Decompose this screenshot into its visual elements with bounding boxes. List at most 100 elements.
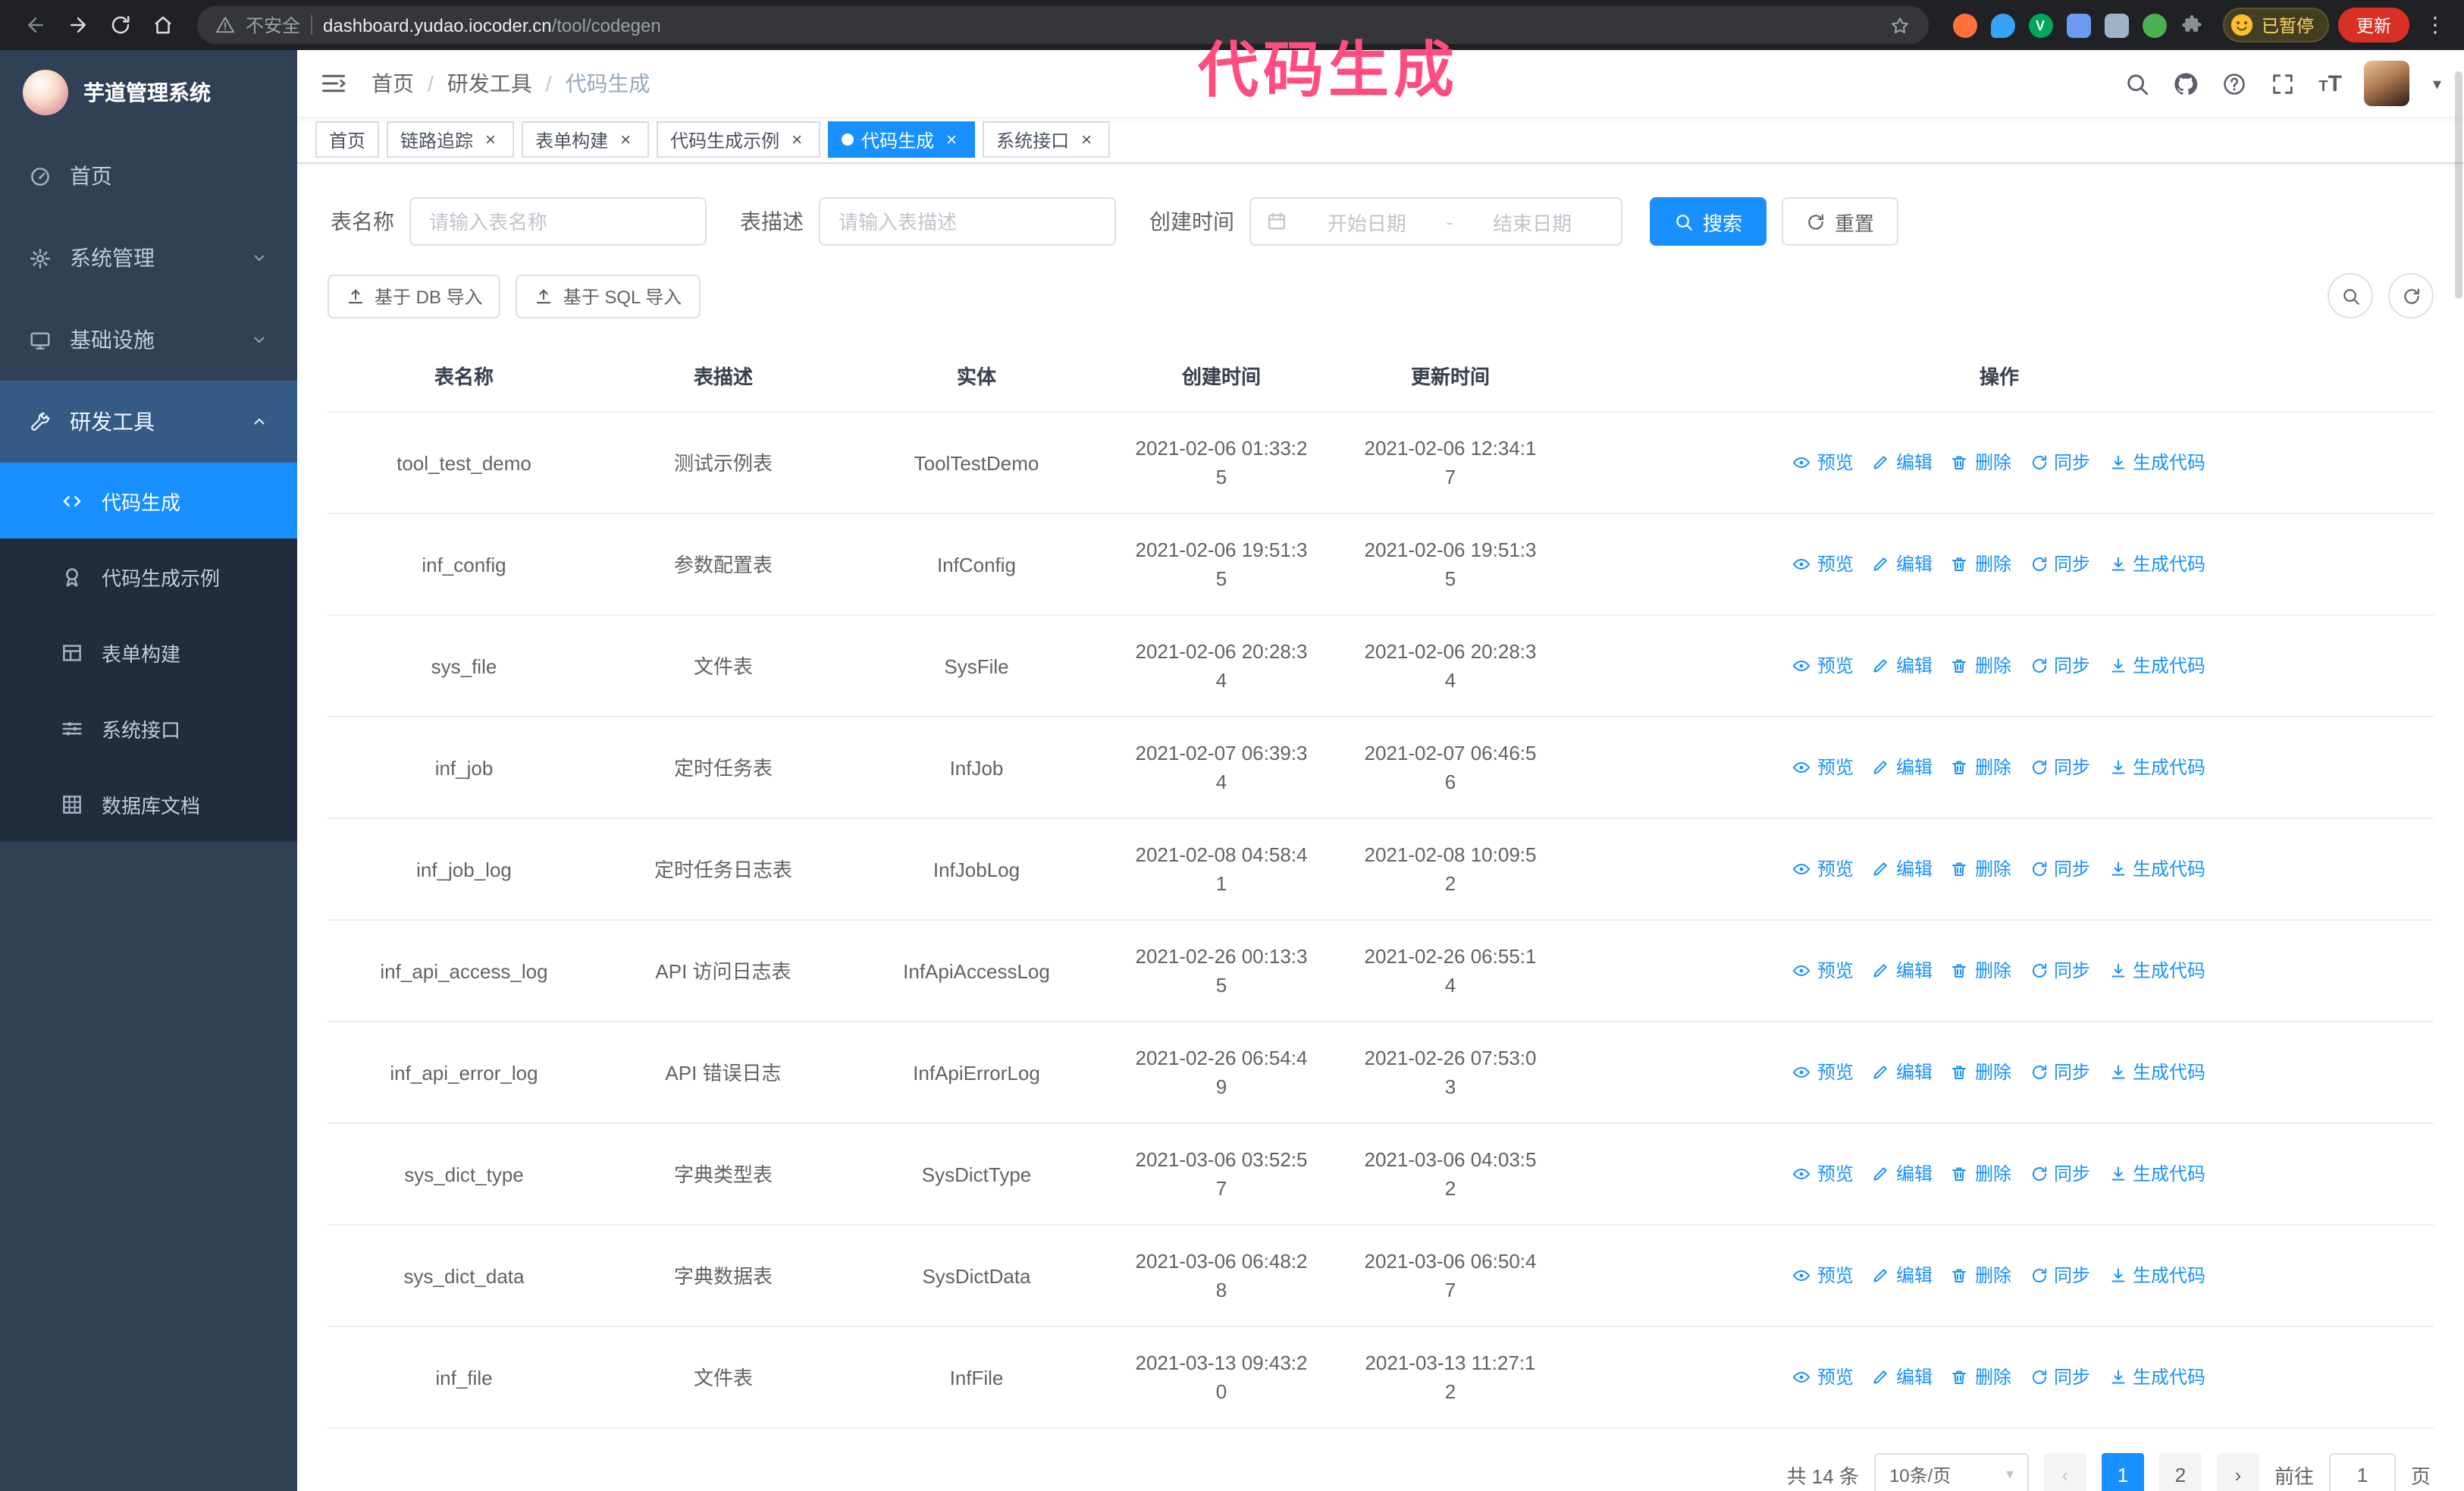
github-icon[interactable] bbox=[2173, 71, 2199, 96]
ext-card-icon[interactable] bbox=[2104, 13, 2128, 37]
row-action-preview[interactable]: 预览 bbox=[1793, 855, 1854, 884]
sidebar-item-system[interactable]: 系统管理 bbox=[0, 217, 297, 299]
row-action-delete[interactable]: 删除 bbox=[1951, 956, 2011, 985]
table-name-input[interactable] bbox=[409, 197, 707, 246]
row-action-edit[interactable]: 编辑 bbox=[1872, 1363, 1933, 1392]
row-action-generate[interactable]: 生成代码 bbox=[2108, 1261, 2205, 1290]
tab-close-icon[interactable]: × bbox=[616, 130, 635, 149]
help-docs-icon[interactable] bbox=[2221, 71, 2247, 96]
row-action-delete[interactable]: 删除 bbox=[1951, 1363, 2011, 1392]
sidebar-item-codegen[interactable]: 代码生成 bbox=[0, 463, 297, 538]
sidebar-item-infra[interactable]: 基础设施 bbox=[0, 299, 297, 381]
sidebar-item-form-builder[interactable]: 表单构建 bbox=[0, 614, 297, 690]
profile-paused-chip[interactable]: 已暂停 bbox=[2222, 8, 2329, 42]
search-button[interactable]: 搜索 bbox=[1650, 197, 1767, 246]
row-action-sync[interactable]: 同步 bbox=[2030, 1058, 2090, 1087]
browser-reload-button[interactable] bbox=[100, 5, 140, 45]
table-desc-input[interactable] bbox=[819, 197, 1116, 246]
row-action-edit[interactable]: 编辑 bbox=[1872, 1058, 1933, 1087]
create-time-range-picker[interactable]: 开始日期 - 结束日期 bbox=[1249, 197, 1622, 246]
page-button-2[interactable]: 2 bbox=[2158, 1453, 2202, 1491]
browser-home-button[interactable] bbox=[143, 5, 182, 45]
sidebar-item-codegen-example[interactable]: 代码生成示例 bbox=[0, 538, 297, 614]
reset-button[interactable]: 重置 bbox=[1782, 197, 1899, 246]
ext-blue-drop-icon[interactable] bbox=[1990, 13, 2014, 37]
address-bar[interactable]: 不安全 dashboard.yudao.iocoder.cn/tool/code… bbox=[197, 6, 1928, 44]
import-db-button[interactable]: 基于 DB 导入 bbox=[328, 274, 501, 318]
goto-page-input[interactable] bbox=[2328, 1453, 2396, 1491]
page-size-select[interactable]: 10条/页 ▾ bbox=[1873, 1453, 2029, 1491]
ext-puzzle-icon[interactable] bbox=[2180, 13, 2204, 37]
row-action-delete[interactable]: 删除 bbox=[1951, 550, 2011, 579]
tab-close-icon[interactable]: × bbox=[1077, 130, 1096, 149]
tab-form-builder[interactable]: 表单构建 × bbox=[522, 121, 650, 158]
browser-menu-icon[interactable]: ⋮ bbox=[2412, 12, 2449, 38]
row-action-delete[interactable]: 删除 bbox=[1951, 1261, 2011, 1290]
breadcrumb-item[interactable]: 研发工具 bbox=[447, 68, 532, 99]
ext-leaf-icon[interactable] bbox=[2142, 13, 2166, 37]
row-action-sync[interactable]: 同步 bbox=[2030, 1261, 2090, 1290]
font-size-icon[interactable]: TT bbox=[2318, 72, 2342, 95]
ext-people-icon[interactable] bbox=[2066, 13, 2090, 37]
fullscreen-icon[interactable] bbox=[2270, 71, 2296, 96]
row-action-sync[interactable]: 同步 bbox=[2030, 1363, 2090, 1392]
row-action-delete[interactable]: 删除 bbox=[1951, 855, 2011, 884]
row-action-sync[interactable]: 同步 bbox=[2030, 1160, 2090, 1188]
row-action-delete[interactable]: 删除 bbox=[1951, 1160, 2011, 1188]
browser-back-button[interactable] bbox=[15, 5, 55, 45]
row-action-preview[interactable]: 预览 bbox=[1793, 1160, 1854, 1188]
row-action-edit[interactable]: 编辑 bbox=[1872, 753, 1933, 782]
row-action-generate[interactable]: 生成代码 bbox=[2108, 956, 2205, 985]
tab-api[interactable]: 系统接口 × bbox=[983, 121, 1111, 158]
row-action-generate[interactable]: 生成代码 bbox=[2108, 550, 2205, 579]
row-action-generate[interactable]: 生成代码 bbox=[2108, 651, 2205, 680]
row-action-sync[interactable]: 同步 bbox=[2030, 550, 2090, 579]
row-action-edit[interactable]: 编辑 bbox=[1872, 1261, 1933, 1290]
row-action-preview[interactable]: 预览 bbox=[1793, 1363, 1854, 1392]
tab-codegen[interactable]: 代码生成 × bbox=[828, 121, 976, 158]
row-action-generate[interactable]: 生成代码 bbox=[2108, 1058, 2205, 1087]
row-action-preview[interactable]: 预览 bbox=[1793, 753, 1854, 782]
page-button-1[interactable]: 1 bbox=[2101, 1453, 2144, 1491]
tab-tracer[interactable]: 链路追踪 × bbox=[387, 121, 515, 158]
row-action-generate[interactable]: 生成代码 bbox=[2108, 855, 2205, 884]
row-action-edit[interactable]: 编辑 bbox=[1872, 550, 1933, 579]
row-action-edit[interactable]: 编辑 bbox=[1872, 956, 1933, 985]
row-action-generate[interactable]: 生成代码 bbox=[2108, 1160, 2205, 1188]
header-search-icon[interactable] bbox=[2124, 71, 2150, 96]
row-action-preview[interactable]: 预览 bbox=[1793, 448, 1854, 477]
row-action-delete[interactable]: 删除 bbox=[1951, 651, 2011, 680]
browser-forward-button[interactable] bbox=[58, 5, 97, 45]
app-logo[interactable]: 芋道管理系统 bbox=[0, 50, 297, 135]
sidebar-item-devtools[interactable]: 研发工具 bbox=[0, 381, 297, 463]
sidebar-toggle-icon[interactable] bbox=[320, 70, 347, 97]
breadcrumb-item[interactable]: 首页 bbox=[371, 68, 414, 99]
row-action-sync[interactable]: 同步 bbox=[2030, 855, 2090, 884]
next-page-button[interactable]: › bbox=[2216, 1453, 2259, 1491]
row-action-preview[interactable]: 预览 bbox=[1793, 956, 1854, 985]
refresh-table-button[interactable] bbox=[2388, 273, 2434, 319]
row-action-preview[interactable]: 预览 bbox=[1793, 651, 1854, 680]
sidebar-item-api[interactable]: 系统接口 bbox=[0, 690, 297, 766]
row-action-edit[interactable]: 编辑 bbox=[1872, 448, 1933, 477]
row-action-edit[interactable]: 编辑 bbox=[1872, 651, 1933, 680]
toggle-search-button[interactable] bbox=[2328, 273, 2373, 319]
row-action-delete[interactable]: 删除 bbox=[1951, 753, 2011, 782]
row-action-sync[interactable]: 同步 bbox=[2030, 651, 2090, 680]
bookmark-star-icon[interactable] bbox=[1889, 14, 1910, 36]
tab-close-icon[interactable]: × bbox=[481, 130, 500, 149]
row-action-preview[interactable]: 预览 bbox=[1793, 1058, 1854, 1087]
row-action-delete[interactable]: 删除 bbox=[1951, 1058, 2011, 1087]
row-action-preview[interactable]: 预览 bbox=[1793, 1261, 1854, 1290]
browser-update-button[interactable]: 更新 bbox=[2338, 8, 2409, 42]
import-sql-button[interactable]: 基于 SQL 导入 bbox=[516, 274, 701, 318]
row-action-edit[interactable]: 编辑 bbox=[1872, 855, 1933, 884]
user-avatar[interactable] bbox=[2364, 61, 2410, 106]
row-action-sync[interactable]: 同步 bbox=[2030, 448, 2090, 477]
row-action-generate[interactable]: 生成代码 bbox=[2108, 1363, 2205, 1392]
page-scrollbar[interactable] bbox=[2455, 71, 2462, 299]
tab-close-icon[interactable]: × bbox=[942, 130, 961, 149]
row-action-edit[interactable]: 编辑 bbox=[1872, 1160, 1933, 1188]
chevron-down-icon[interactable]: ▾ bbox=[2433, 74, 2441, 93]
tab-close-icon[interactable]: × bbox=[787, 130, 807, 149]
